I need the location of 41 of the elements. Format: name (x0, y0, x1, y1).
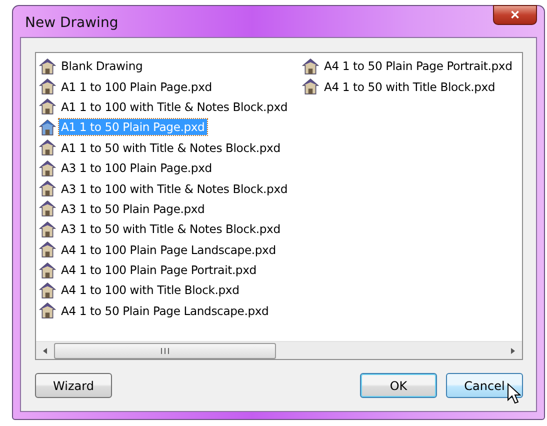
file-list[interactable] (35, 52, 523, 360)
house-icon (39, 180, 56, 198)
mouse-cursor-icon (507, 383, 521, 405)
file-item[interactable]: Blank Drawing (59, 58, 145, 74)
scroll-right-icon[interactable] (509, 346, 517, 354)
file-item[interactable]: A4 1 to 100 with Title Block.pxd (59, 282, 242, 298)
file-item[interactable]: A1 1 to 100 Plain Page.pxd (59, 78, 214, 95)
file-item[interactable]: A3 1 to 50 Plain Page.pxd (59, 200, 207, 217)
file-item[interactable]: A4 1 to 50 Plain Page Landscape.pxd (59, 302, 271, 319)
house-icon (39, 241, 56, 258)
house-icon (39, 302, 56, 320)
window-title: New Drawing (25, 15, 118, 31)
file-item[interactable]: A4 1 to 50 with Title Block.pxd (322, 78, 498, 95)
file-item[interactable]: A4 1 to 50 Plain Page Portrait.pxd (322, 58, 514, 74)
file-item[interactable]: A4 1 to 100 Plain Page Landscape.pxd (59, 242, 278, 258)
house-icon (39, 58, 56, 75)
file-item[interactable]: A1 1 to 100 with Title & Notes Block.pxd (59, 98, 290, 115)
house-icon (39, 118, 56, 136)
file-item[interactable]: A3 1 to 50 with Title & Notes Block.pxd (59, 221, 282, 238)
file-item[interactable]: A3 1 to 100 Plain Page.pxd (59, 160, 214, 176)
dialog-button[interactable]: Wizard (35, 373, 112, 398)
file-item[interactable]: A3 1 to 100 with Title & Notes Block.pxd (59, 180, 290, 197)
grip-icon (160, 347, 170, 355)
house-icon (39, 98, 56, 116)
house-icon (39, 262, 56, 279)
close-button[interactable]: ✕ (493, 5, 537, 25)
house-icon (39, 78, 56, 96)
scrollbar-thumb[interactable] (54, 343, 276, 359)
house-icon (39, 200, 56, 218)
dialog-button[interactable]: Cancel (446, 373, 523, 398)
scroll-left-icon[interactable] (41, 346, 49, 354)
house-icon (39, 139, 56, 156)
file-item[interactable]: A1 1 to 50 with Title & Notes Block.pxd (59, 140, 282, 156)
house-icon (302, 78, 319, 96)
horizontal-scrollbar[interactable] (36, 341, 522, 359)
dialog-button[interactable]: OK (360, 373, 437, 398)
house-icon (39, 220, 56, 238)
file-item[interactable]: A4 1 to 100 Plain Page Portrait.pxd (59, 262, 258, 278)
house-icon (39, 282, 56, 299)
house-icon (39, 160, 56, 177)
house-icon (302, 58, 319, 75)
